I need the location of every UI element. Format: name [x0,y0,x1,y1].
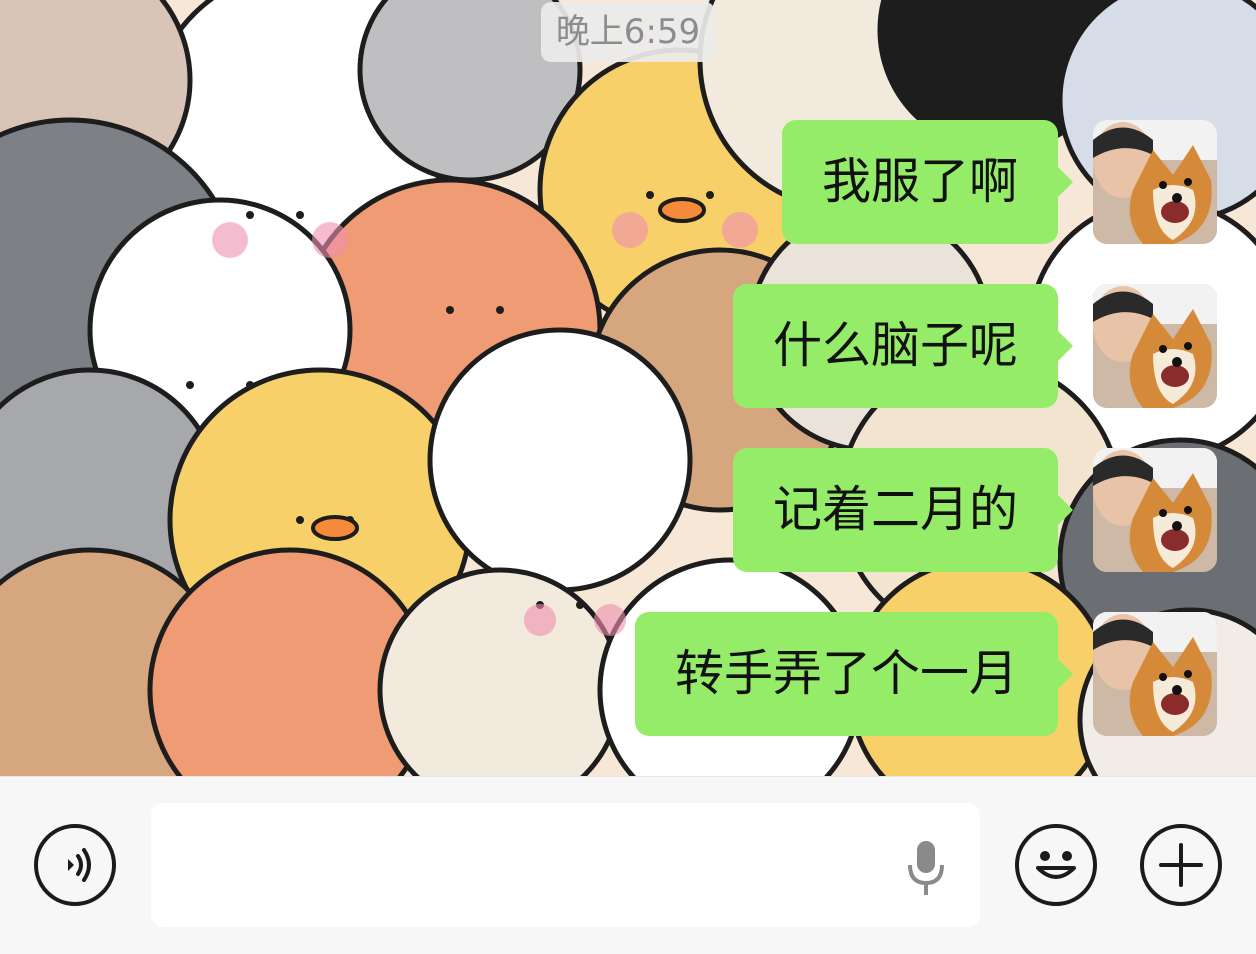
timestamp-label: 晚上6:59 [541,2,715,62]
chat-area[interactable]: 晚上6:59 我服了啊 什么脑子呢 记着二月的 转手弄了个一月 [0,0,1256,776]
avatar-photo-icon [1093,284,1217,408]
more-button[interactable] [1140,824,1222,906]
voice-wave-icon [68,848,91,882]
smiley-icon [1036,851,1076,879]
plus-icon [1159,843,1203,887]
voice-button[interactable] [34,824,116,906]
user-avatar[interactable] [1093,612,1217,736]
avatar-photo-icon [1093,448,1217,572]
microphone-icon[interactable] [906,839,946,899]
user-avatar[interactable] [1093,284,1217,408]
user-avatar[interactable] [1093,448,1217,572]
message-bubble[interactable]: 转手弄了个一月 [634,612,1074,736]
input-bar [0,776,1256,954]
message-bubble[interactable]: 记着二月的 [732,448,1074,572]
message-bubble[interactable]: 什么脑子呢 [732,284,1074,408]
avatar-photo-icon [1093,612,1217,736]
message-input[interactable] [151,803,980,927]
avatar-photo-icon [1093,120,1217,244]
message-bubble[interactable]: 我服了啊 [781,120,1074,244]
emoji-button[interactable] [1015,824,1097,906]
user-avatar[interactable] [1093,120,1217,244]
